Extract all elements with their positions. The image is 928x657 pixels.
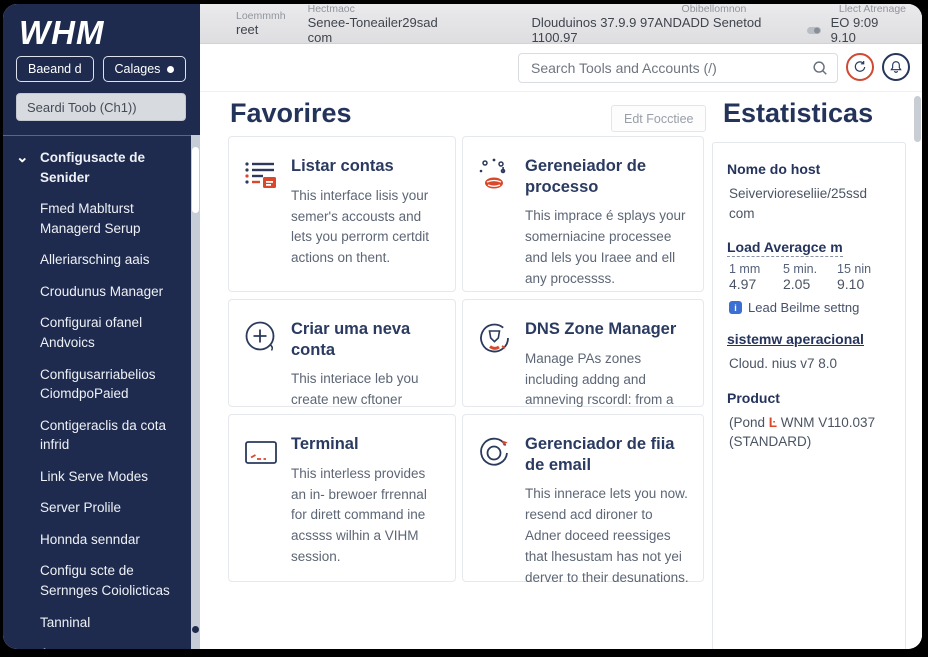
- toolbar: [200, 44, 922, 92]
- statistics-title: Estatisticas: [723, 98, 873, 129]
- sidebar-item[interactable]: Fmed Mablturst Managerd Serup: [40, 199, 183, 238]
- mail-queue-icon: [476, 434, 514, 472]
- sidebar-item-server-config[interactable]: ⌄Configusacte de Senider: [40, 148, 183, 187]
- card-title[interactable]: Gereneiador de processo: [525, 156, 689, 197]
- favorite-card-terminal[interactable]: Terminal This interless provides an in- b…: [228, 414, 456, 582]
- card-desc: This innerace lets you now. resend acd d…: [525, 484, 689, 589]
- sidebar-item[interactable]: Austar conngraacoss: [40, 644, 183, 649]
- product-value: (Pond Ŀ WNM V110.037 (STANDARD): [729, 413, 891, 452]
- backend-tab-button[interactable]: Baeand d: [16, 56, 94, 82]
- sidebar-item[interactable]: Croudunus Manager: [40, 282, 183, 302]
- sidebar: WHM Baeand d Calages ⌄Configusacte de Se…: [3, 4, 200, 649]
- sidebar-item[interactable]: Configu scte de Sernnges Coiolicticas: [40, 561, 183, 600]
- toggle-icon[interactable]: [807, 25, 823, 35]
- app-window: WHM Baeand d Calages ⌄Configusacte de Se…: [3, 4, 922, 649]
- main-scrollbar[interactable]: [914, 92, 921, 649]
- sidebar-item[interactable]: Alleriarsching aais: [40, 250, 183, 270]
- card-desc: This interface lisis your semer's accous…: [291, 186, 441, 270]
- main-scrollbar-thumb[interactable]: [914, 96, 921, 142]
- product-label: Product: [727, 390, 891, 406]
- card-desc: This imprace é splays your somerniacine …: [525, 206, 689, 290]
- sidebar-item[interactable]: Configurai ofanel Andvoics: [40, 313, 183, 352]
- global-search-input[interactable]: [518, 53, 838, 83]
- hostname-value[interactable]: Seivervioreseliie/25ssd com: [729, 184, 891, 223]
- sidebar-item[interactable]: Contigeraclis da cota infrid: [40, 416, 183, 455]
- categories-tab-button[interactable]: Calages: [103, 56, 187, 82]
- load-average-group: Llect Atrenage EO 9:09 9.10: [807, 4, 906, 45]
- load-average-label: Load Averagce m: [727, 239, 891, 255]
- notifications-button[interactable]: [882, 53, 910, 81]
- load-settings-link[interactable]: i Lead Beilme settng: [729, 300, 891, 315]
- refresh-icon: [852, 59, 868, 75]
- sidebar-scrollbar[interactable]: [191, 135, 200, 649]
- card-desc: This interless provides an in- brewoer f…: [291, 464, 441, 569]
- reload-button[interactable]: [846, 53, 874, 81]
- logged-in-group: Loemmmh reet: [236, 10, 286, 37]
- sidebar-scrollbar-thumb[interactable]: [192, 147, 199, 213]
- server-info-bar: Loemmmh reet Hectmaoc Senee-Toneailer29s…: [200, 4, 922, 44]
- cpanel-logo-glyph: Ŀ: [769, 415, 777, 430]
- favorite-card-mail-queue-manager[interactable]: Gerenciador de fiia de emailThis innerac…: [462, 414, 704, 582]
- search-icon: [811, 59, 829, 77]
- dot-icon: [167, 66, 174, 73]
- favorite-card-list-accounts[interactable]: Listar contas This interface lisis your s…: [228, 136, 456, 292]
- process-manager-icon: [476, 156, 514, 194]
- info-icon: i: [729, 301, 742, 314]
- terminal-icon: [242, 434, 280, 472]
- favorite-card-dns-zone-manager[interactable]: DNS Zone ManagerManage PAs zones includi…: [462, 299, 704, 407]
- dns-zone-icon: [476, 319, 514, 357]
- edit-favorites-button[interactable]: Edt Focctiee: [611, 105, 706, 132]
- sidebar-tabs: Baeand d Calages: [16, 56, 186, 82]
- bell-icon: [888, 59, 904, 75]
- favorite-card-create-account[interactable]: Criar uma neva contaThis interiace leb y…: [228, 299, 456, 407]
- card-title[interactable]: DNS Zone Manager: [525, 319, 689, 340]
- sidebar-item[interactable]: Server Prolile: [40, 498, 183, 518]
- sidebar-item[interactable]: Configusarriabelios CiomdpoPaied: [40, 365, 183, 404]
- statistics-panel: Nome do host Seivervioreseliie/25ssd com…: [712, 142, 906, 649]
- os-label[interactable]: sistemw aperacional: [727, 331, 891, 347]
- sidebar-item[interactable]: Tanninal: [40, 613, 183, 633]
- main-content: Favorires Edt Focctiee Estatisticas List…: [200, 92, 922, 649]
- load-average-table: 1 mm 5 min. 15 nin 4.97 2.05 9.10: [729, 262, 891, 292]
- sidebar-nav: ⌄Configusacte de Senider Fmed Mablturst …: [3, 135, 191, 649]
- sidebar-scrollbar-dot: [192, 626, 199, 633]
- sidebar-item[interactable]: Link Serve Modes: [40, 467, 183, 487]
- sidebar-item[interactable]: Honnda senndar: [40, 530, 183, 550]
- favorite-card-process-manager[interactable]: Gereneiador de processo This imprace é sp…: [462, 136, 704, 292]
- card-title[interactable]: Terminal: [291, 434, 441, 455]
- card-title[interactable]: Listar contas: [291, 156, 441, 177]
- chevron-down-icon: ⌄: [16, 150, 29, 165]
- card-title[interactable]: Gerenciador de fiia de email: [525, 434, 689, 475]
- favorites-title: Favorires: [230, 98, 352, 129]
- hostname-label: Nome do host: [727, 161, 891, 177]
- version-group: Obibellomnon Dlouduinos 37.9.9 97ANDADD …: [532, 4, 807, 45]
- whm-logo: WHM: [19, 14, 104, 52]
- os-value: Cloud. nius v7 8.0: [729, 354, 891, 374]
- favorites-grid: Listar contas This interface lisis your s…: [228, 136, 704, 582]
- card-title[interactable]: Criar uma neva conta: [291, 319, 441, 360]
- hostname-group: Hectmaoc Senee-Toneailer29sad com: [308, 4, 464, 45]
- list-accounts-icon: [242, 156, 280, 194]
- sidebar-search-input[interactable]: [16, 93, 186, 121]
- plus-circle-icon: [242, 319, 280, 357]
